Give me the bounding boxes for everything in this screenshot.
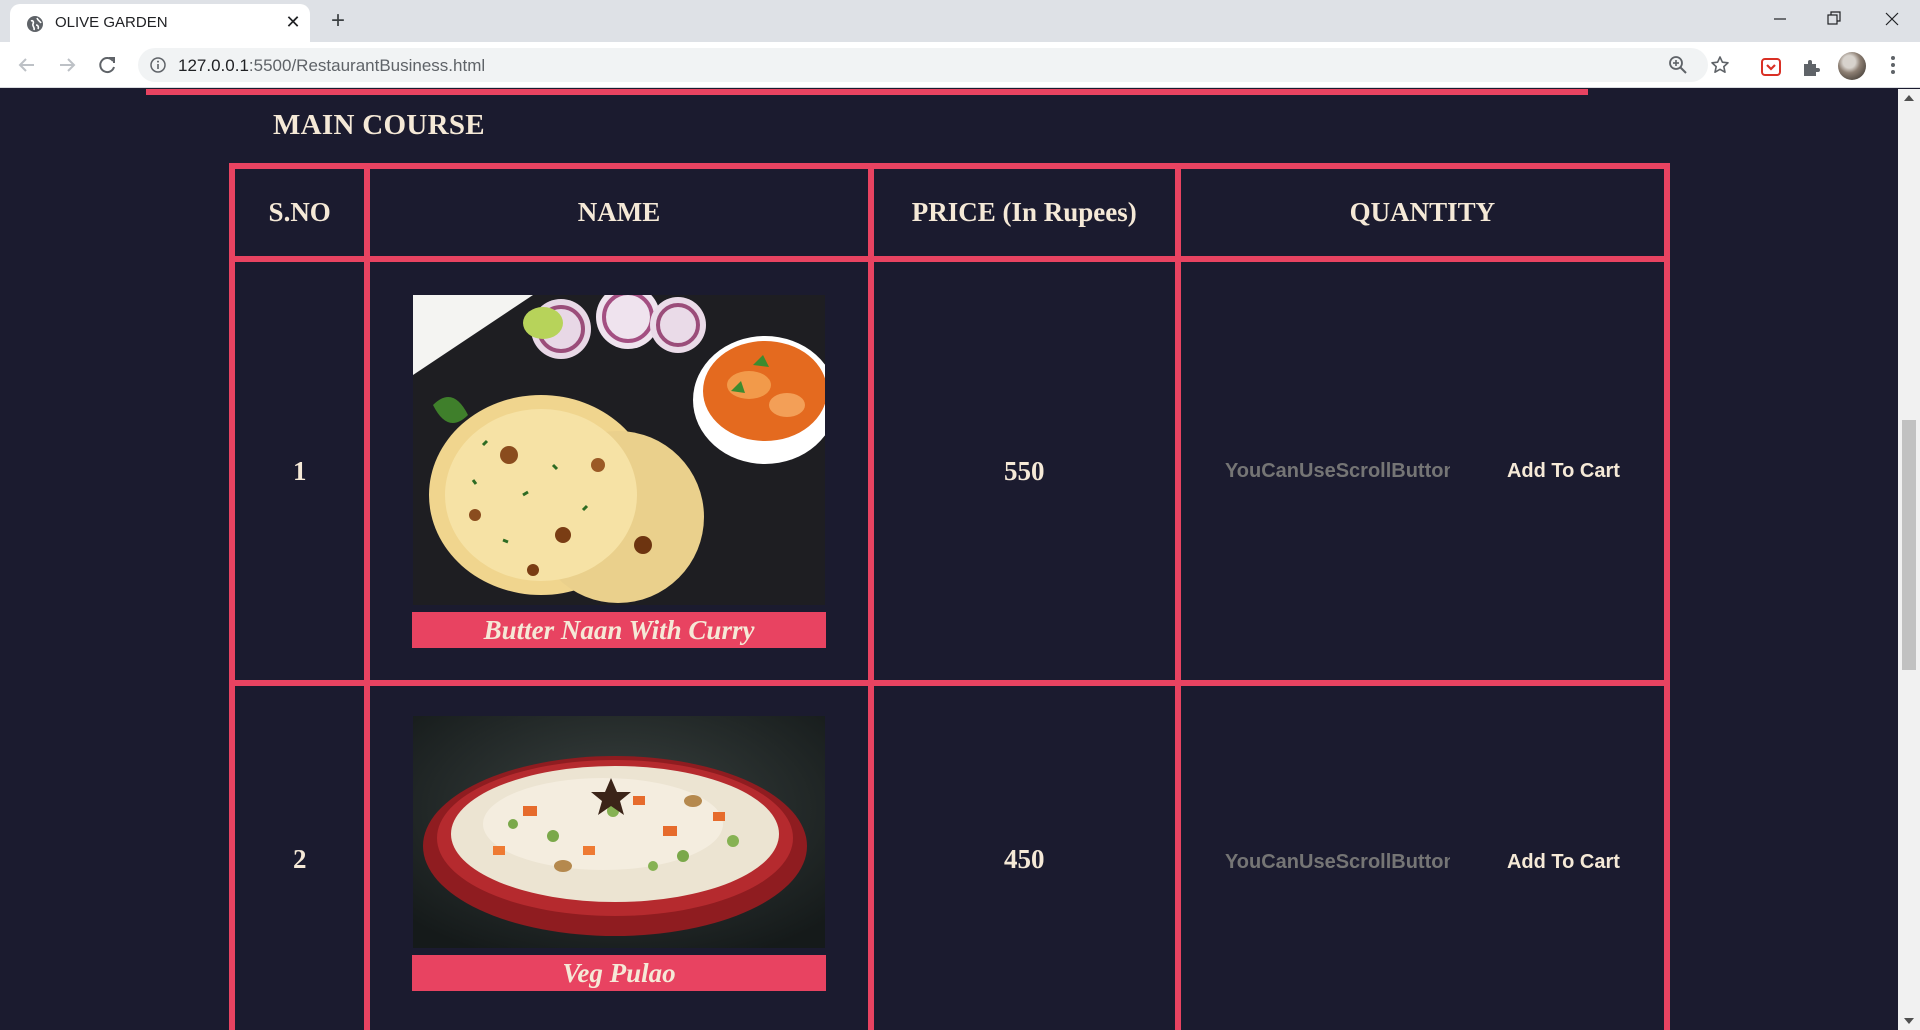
back-arrow-icon[interactable] [12,50,42,80]
browser-tab-bar: OLIVE GARDEN ✕ + [0,0,1920,42]
row-price: 550 [873,262,1175,680]
bookmark-star-icon[interactable] [1710,55,1730,75]
restore-icon[interactable] [1806,0,1862,38]
table-header-row: S.NO NAME PRICE (In Rupees) QUANTITY [235,169,1664,256]
dish-card: Veg Pulao [370,686,867,991]
forward-arrow-icon[interactable] [52,50,82,80]
header-name: NAME [370,169,868,256]
page-viewport: MAIN COURSE S.NO NAME PRICE (In Rupees) … [0,89,1898,1030]
info-icon[interactable] [150,57,166,73]
extensions-puzzle-icon[interactable] [1800,56,1822,78]
minimize-icon[interactable] [1752,0,1808,38]
scroll-thumb[interactable] [1902,420,1916,670]
tab-close-icon[interactable]: ✕ [282,11,304,33]
url-host: 127.0.0.1 [178,56,249,75]
section-divider [146,89,1588,95]
globe-icon [27,16,43,32]
quantity-input[interactable] [1224,846,1465,878]
reload-icon[interactable] [92,50,122,80]
browser-tab[interactable]: OLIVE GARDEN ✕ [10,4,310,42]
menu-table: S.NO NAME PRICE (In Rupees) QUANTITY 1 B… [229,163,1670,1030]
header-price: PRICE (In Rupees) [873,169,1175,256]
row-sno: 1 [235,262,365,680]
close-window-icon[interactable] [1864,0,1920,38]
header-sno: S.NO [235,169,365,256]
row-quantity-cell: Add To Cart [1180,686,1664,1030]
row-name-cell: Veg Pulao [370,686,868,1030]
header-quantity: QUANTITY [1180,169,1664,256]
dish-card: Butter Naan With Curry [370,294,867,648]
row-price: 450 [873,686,1175,1030]
scroll-up-arrow-icon[interactable] [1904,95,1914,101]
section-title: MAIN COURSE [273,109,485,141]
row-name-cell: Butter Naan With Curry [370,262,868,680]
quantity-controls: Add To Cart [1181,846,1664,878]
url-text[interactable]: 127.0.0.1:5500/RestaurantBusiness.html [178,56,485,76]
zoom-icon[interactable] [1668,55,1688,75]
add-to-cart-button[interactable]: Add To Cart [1507,460,1620,483]
veg-pulao-image [413,716,826,948]
table-row: 1 Butter Naan With Curry 550 YouCanUseSc… [235,262,1664,680]
profile-avatar[interactable] [1838,52,1866,80]
quantity-controls: Add To Cart [1181,455,1664,487]
browser-toolbar: 127.0.0.1:5500/RestaurantBusiness.html [0,42,1920,88]
butter-naan-image [413,294,826,605]
table-row: 2 Veg Pulao 450 YouCanUseScrollButton Ad… [235,686,1664,1030]
tab-title: OLIVE GARDEN [55,14,168,31]
address-bar[interactable]: 127.0.0.1:5500/RestaurantBusiness.html [138,48,1729,82]
row-sno: 2 [235,686,365,1030]
dish-name: Butter Naan With Curry [412,611,827,648]
scroll-down-arrow-icon[interactable] [1904,1018,1914,1024]
url-path: :5500/RestaurantBusiness.html [248,56,486,75]
add-to-cart-button[interactable]: Add To Cart [1507,851,1620,874]
dish-name: Veg Pulao [412,955,827,991]
kebab-menu-icon[interactable] [1882,54,1904,76]
pocket-extension-icon[interactable] [1760,56,1782,78]
quantity-input[interactable] [1224,455,1465,487]
row-quantity-cell: Add To Cart [1180,262,1664,680]
new-tab-button[interactable]: + [324,8,352,36]
vertical-scrollbar[interactable] [1898,89,1920,1030]
